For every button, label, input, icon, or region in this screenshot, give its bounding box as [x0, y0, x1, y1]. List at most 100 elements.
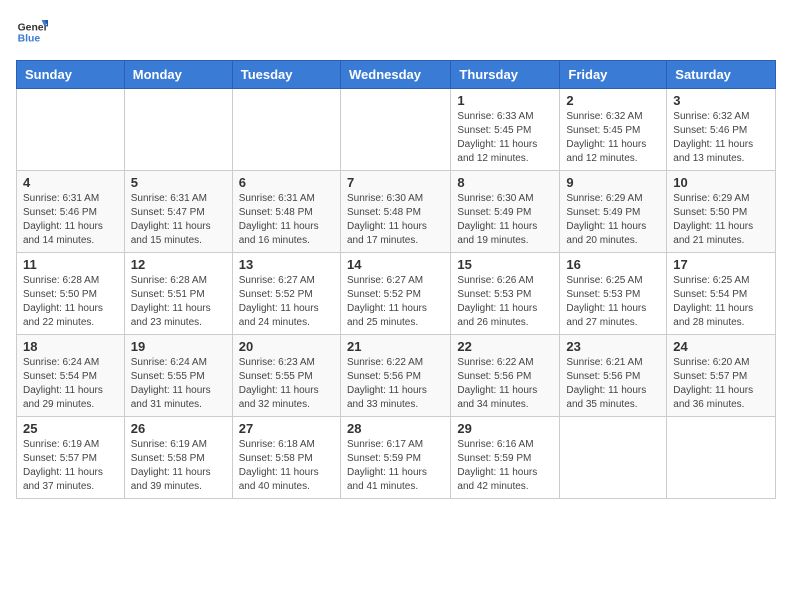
calendar-cell: 22Sunrise: 6:22 AM Sunset: 5:56 PM Dayli… [451, 335, 560, 417]
day-number: 28 [347, 421, 444, 436]
day-info: Sunrise: 6:21 AM Sunset: 5:56 PM Dayligh… [566, 356, 660, 412]
day-header-wednesday: Wednesday [340, 61, 450, 89]
calendar-cell: 19 Sunrise: 6:24 AM Sunset: 5:55 PM Dayli… [124, 335, 232, 417]
day-number: 11 [23, 257, 118, 272]
day-number: 26 [131, 421, 226, 436]
day-number: 19 [131, 339, 226, 354]
calendar-body: 1 Sunrise: 6:33 AM Sunset: 5:45 PM Daylig… [17, 89, 776, 499]
day-number: 27 [239, 421, 334, 436]
day-info: Sunrise: 6:33 AM Sunset: 5:45 PM Dayligh… [457, 110, 553, 166]
day-info: Sunrise: 6:30 AM Sunset: 5:48 PM Dayligh… [347, 192, 444, 248]
day-number: 1 [457, 93, 553, 108]
day-number: 2 [566, 93, 660, 108]
calendar-cell: 5 Sunrise: 6:31 AM Sunset: 5:47 PM Daylig… [124, 171, 232, 253]
week-row-3: 11 Sunrise: 6:28 AM Sunset: 5:50 PM Dayli… [17, 253, 776, 335]
day-number: 29 [457, 421, 553, 436]
calendar-cell: 9Sunrise: 6:29 AM Sunset: 5:49 PM Daylig… [560, 171, 667, 253]
day-info: Sunrise: 6:29 AM Sunset: 5:50 PM Dayligh… [673, 192, 769, 248]
day-number: 16 [566, 257, 660, 272]
calendar-cell: 15Sunrise: 6:26 AM Sunset: 5:53 PM Dayli… [451, 253, 560, 335]
week-row-2: 4 Sunrise: 6:31 AM Sunset: 5:46 PM Daylig… [17, 171, 776, 253]
day-info: Sunrise: 6:18 AM Sunset: 5:58 PM Dayligh… [239, 438, 334, 494]
calendar-cell: 17 Sunrise: 6:25 AM Sunset: 5:54 PM Dayli… [667, 253, 776, 335]
day-number: 10 [673, 175, 769, 190]
calendar-cell: 8 Sunrise: 6:30 AM Sunset: 5:49 PM Daylig… [451, 171, 560, 253]
calendar-cell: 3 Sunrise: 6:32 AM Sunset: 5:46 PM Daylig… [667, 89, 776, 171]
calendar-cell: 6 Sunrise: 6:31 AM Sunset: 5:48 PM Daylig… [232, 171, 340, 253]
day-info: Sunrise: 6:19 AM Sunset: 5:57 PM Dayligh… [23, 438, 118, 494]
day-number: 12 [131, 257, 226, 272]
calendar-cell: 18 Sunrise: 6:24 AM Sunset: 5:54 PM Dayli… [17, 335, 125, 417]
day-info: Sunrise: 6:32 AM Sunset: 5:46 PM Dayligh… [673, 110, 769, 166]
calendar-cell: 20 Sunrise: 6:23 AM Sunset: 5:55 PM Dayli… [232, 335, 340, 417]
day-info: Sunrise: 6:16 AM Sunset: 5:59 PM Dayligh… [457, 438, 553, 494]
calendar-cell: 10 Sunrise: 6:29 AM Sunset: 5:50 PM Dayli… [667, 171, 776, 253]
day-info: Sunrise: 6:31 AM Sunset: 5:47 PM Dayligh… [131, 192, 226, 248]
calendar-cell: 4 Sunrise: 6:31 AM Sunset: 5:46 PM Daylig… [17, 171, 125, 253]
day-info: Sunrise: 6:19 AM Sunset: 5:58 PM Dayligh… [131, 438, 226, 494]
day-header-friday: Friday [560, 61, 667, 89]
day-info: Sunrise: 6:23 AM Sunset: 5:55 PM Dayligh… [239, 356, 334, 412]
calendar-cell [560, 417, 667, 499]
day-number: 5 [131, 175, 226, 190]
calendar-cell: 12 Sunrise: 6:28 AM Sunset: 5:51 PM Dayli… [124, 253, 232, 335]
week-row-1: 1 Sunrise: 6:33 AM Sunset: 5:45 PM Daylig… [17, 89, 776, 171]
week-row-5: 25 Sunrise: 6:19 AM Sunset: 5:57 PM Dayli… [17, 417, 776, 499]
calendar-cell: 28Sunrise: 6:17 AM Sunset: 5:59 PM Dayli… [340, 417, 450, 499]
day-number: 8 [457, 175, 553, 190]
day-info: Sunrise: 6:31 AM Sunset: 5:48 PM Dayligh… [239, 192, 334, 248]
day-info: Sunrise: 6:31 AM Sunset: 5:46 PM Dayligh… [23, 192, 118, 248]
calendar-cell [232, 89, 340, 171]
day-info: Sunrise: 6:28 AM Sunset: 5:51 PM Dayligh… [131, 274, 226, 330]
calendar-cell: 23 Sunrise: 6:21 AM Sunset: 5:56 PM Dayli… [560, 335, 667, 417]
day-number: 20 [239, 339, 334, 354]
day-info: Sunrise: 6:25 AM Sunset: 5:53 PM Dayligh… [566, 274, 660, 330]
calendar-cell: 7 Sunrise: 6:30 AM Sunset: 5:48 PM Daylig… [340, 171, 450, 253]
logo: General Blue [16, 16, 48, 48]
day-number: 9 [566, 175, 660, 190]
calendar-cell: 27 Sunrise: 6:18 AM Sunset: 5:58 PM Dayli… [232, 417, 340, 499]
day-info: Sunrise: 6:20 AM Sunset: 5:57 PM Dayligh… [673, 356, 769, 412]
days-header-row: SundayMondayTuesdayWednesdayThursdayFrid… [17, 61, 776, 89]
day-number: 25 [23, 421, 118, 436]
day-number: 6 [239, 175, 334, 190]
calendar-cell [340, 89, 450, 171]
day-header-thursday: Thursday [451, 61, 560, 89]
day-header-sunday: Sunday [17, 61, 125, 89]
day-header-tuesday: Tuesday [232, 61, 340, 89]
calendar-cell: 11 Sunrise: 6:28 AM Sunset: 5:50 PM Dayli… [17, 253, 125, 335]
day-header-saturday: Saturday [667, 61, 776, 89]
day-number: 24 [673, 339, 769, 354]
day-number: 17 [673, 257, 769, 272]
week-row-4: 18 Sunrise: 6:24 AM Sunset: 5:54 PM Dayli… [17, 335, 776, 417]
calendar-cell [667, 417, 776, 499]
day-number: 3 [673, 93, 769, 108]
day-info: Sunrise: 6:24 AM Sunset: 5:54 PM Dayligh… [23, 356, 118, 412]
calendar-cell: 21Sunrise: 6:22 AM Sunset: 5:56 PM Dayli… [340, 335, 450, 417]
day-info: Sunrise: 6:24 AM Sunset: 5:55 PM Dayligh… [131, 356, 226, 412]
calendar-cell: 2 Sunrise: 6:32 AM Sunset: 5:45 PM Daylig… [560, 89, 667, 171]
calendar-cell: 1 Sunrise: 6:33 AM Sunset: 5:45 PM Daylig… [451, 89, 560, 171]
day-number: 23 [566, 339, 660, 354]
calendar-cell: 14 Sunrise: 6:27 AM Sunset: 5:52 PM Dayli… [340, 253, 450, 335]
calendar-cell [124, 89, 232, 171]
calendar-cell [17, 89, 125, 171]
day-info: Sunrise: 6:28 AM Sunset: 5:50 PM Dayligh… [23, 274, 118, 330]
day-info: Sunrise: 6:30 AM Sunset: 5:49 PM Dayligh… [457, 192, 553, 248]
day-number: 13 [239, 257, 334, 272]
day-info: Sunrise: 6:22 AM Sunset: 5:56 PM Dayligh… [347, 356, 444, 412]
day-info: Sunrise: 6:25 AM Sunset: 5:54 PM Dayligh… [673, 274, 769, 330]
day-info: Sunrise: 6:26 AM Sunset: 5:53 PM Dayligh… [457, 274, 553, 330]
day-number: 7 [347, 175, 444, 190]
day-number: 18 [23, 339, 118, 354]
day-info: Sunrise: 6:27 AM Sunset: 5:52 PM Dayligh… [239, 274, 334, 330]
calendar-cell: 16 Sunrise: 6:25 AM Sunset: 5:53 PM Dayli… [560, 253, 667, 335]
day-number: 14 [347, 257, 444, 272]
svg-text:Blue: Blue [18, 34, 41, 45]
day-number: 4 [23, 175, 118, 190]
day-header-monday: Monday [124, 61, 232, 89]
day-info: Sunrise: 6:27 AM Sunset: 5:52 PM Dayligh… [347, 274, 444, 330]
calendar-cell: 13 Sunrise: 6:27 AM Sunset: 5:52 PM Dayli… [232, 253, 340, 335]
calendar-cell: 29 Sunrise: 6:16 AM Sunset: 5:59 PM Dayli… [451, 417, 560, 499]
day-info: Sunrise: 6:32 AM Sunset: 5:45 PM Dayligh… [566, 110, 660, 166]
